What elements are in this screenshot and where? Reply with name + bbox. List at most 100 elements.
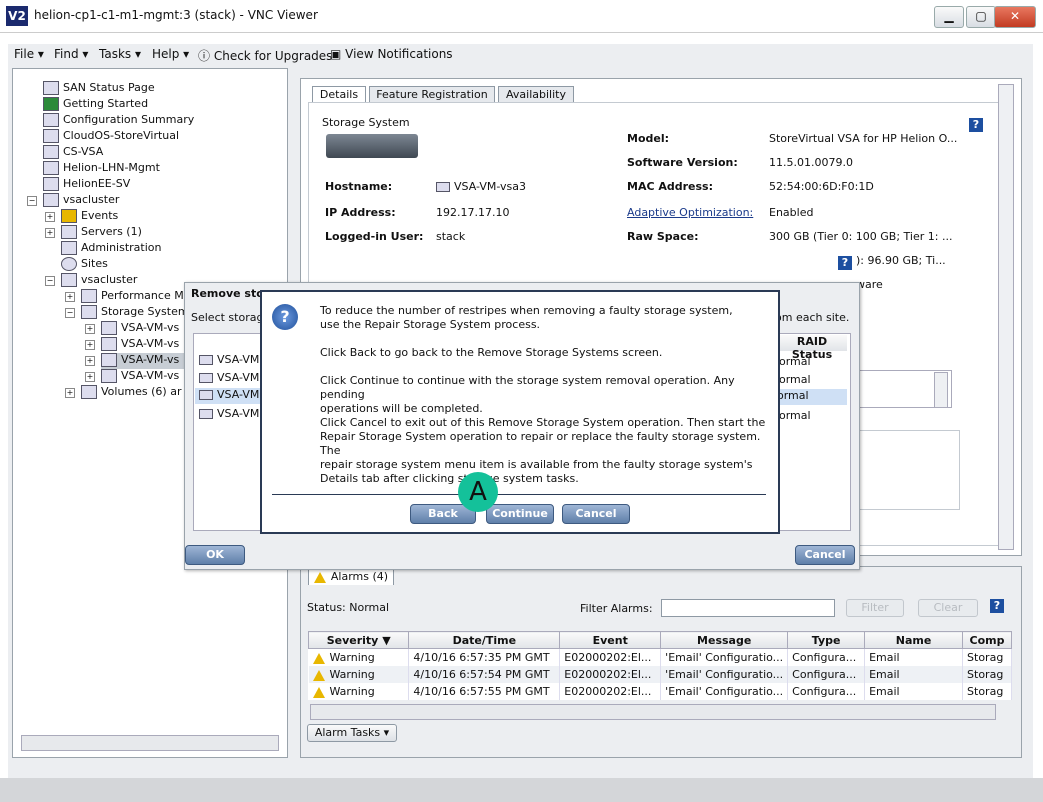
table-row[interactable]: Warning 4/10/16 6:57:35 PM GMT E02000202…	[308, 648, 1012, 666]
window-titlebar: V2 helion-cp1-c1-m1-mgmt:3 (stack) - VNC…	[0, 0, 1043, 33]
dialog-cancel-button[interactable]: Cancel	[795, 545, 855, 565]
column-datetime[interactable]: Date/Time	[408, 631, 561, 649]
model-label: Model:	[627, 132, 670, 145]
tree-item-vsacluster-group[interactable]: vsacluster	[43, 193, 119, 209]
tree-item-group[interactable]: CloudOS-StoreVirtual	[43, 129, 179, 145]
column-name[interactable]: Name	[864, 631, 964, 649]
message-line: Click Continue to continue with the stor…	[320, 374, 735, 401]
tree-item-performance[interactable]: Performance M	[81, 289, 184, 305]
menu-help[interactable]: Help ▾	[152, 47, 189, 61]
tree-item-group[interactable]: CS-VSA	[43, 145, 103, 161]
tab-alarms[interactable]: Alarms (4)	[308, 568, 394, 585]
table-row[interactable]: Warning 4/10/16 6:57:54 PM GMT E02000202…	[308, 666, 1012, 683]
comp-cell: Storag	[962, 683, 1012, 700]
details-vertical-scrollbar[interactable]	[998, 84, 1014, 550]
column-message[interactable]: Message	[660, 631, 789, 649]
list-scrollbar[interactable]	[934, 372, 948, 408]
message-cell: 'Email' Configuratio...	[660, 683, 789, 700]
raid-status-header[interactable]: RAID Status	[777, 335, 847, 361]
column-type[interactable]: Type	[787, 631, 866, 649]
tab-feature-registration[interactable]: Feature Registration	[369, 86, 495, 103]
expand-toggle[interactable]: +	[85, 356, 95, 366]
tree-item-administration[interactable]: Administration	[61, 241, 162, 257]
alarms-horizontal-scrollbar[interactable]	[310, 704, 996, 720]
expand-toggle[interactable]: +	[45, 212, 55, 222]
tree-item-group[interactable]: Helion-LHN-Mgmt	[43, 161, 160, 177]
cancel-button[interactable]: Cancel	[562, 504, 630, 524]
datetime-cell: 4/10/16 6:57:35 PM GMT	[408, 648, 561, 666]
column-comp[interactable]: Comp	[962, 631, 1012, 649]
help-icon[interactable]: ?	[990, 599, 1004, 613]
expand-toggle[interactable]: +	[85, 372, 95, 382]
tree-item-events[interactable]: Events	[61, 209, 118, 225]
list-item-selected[interactable]: VSA-VM	[195, 388, 261, 404]
expand-toggle[interactable]: +	[85, 324, 95, 334]
name-cell: Email	[864, 666, 964, 683]
minimize-button[interactable]: ▁	[934, 6, 964, 28]
filter-alarms-input[interactable]	[661, 599, 835, 617]
clear-button[interactable]: Clear	[918, 599, 978, 617]
column-event[interactable]: Event	[559, 631, 662, 649]
collapse-toggle[interactable]: −	[65, 308, 75, 318]
tree-item-storage-systems[interactable]: Storage System	[81, 305, 189, 321]
tree-item-vsa-vm[interactable]: VSA-VM-vs	[101, 369, 179, 385]
expand-toggle[interactable]: +	[85, 340, 95, 350]
message-line: repair storage system menu item is avail…	[320, 458, 753, 471]
hostname-label: Hostname:	[325, 180, 393, 193]
mac-value: 52:54:00:6D:F0:1D	[769, 180, 874, 193]
type-cell: Configura...	[787, 648, 866, 666]
adaptive-optimization-link[interactable]: Adaptive Optimization:	[627, 206, 753, 219]
list-item[interactable]: VSA-VM	[199, 407, 259, 420]
storage-node-icon	[101, 353, 117, 367]
restore-button[interactable]: ▢	[966, 6, 996, 28]
tree-item-servers[interactable]: Servers (1)	[61, 225, 142, 241]
storage-node-icon	[101, 369, 117, 383]
vnc-app-icon: V2	[6, 6, 28, 26]
tree-item-config-summary[interactable]: Configuration Summary	[43, 113, 194, 129]
callout-marker: A	[458, 472, 498, 512]
collapse-toggle[interactable]: −	[27, 196, 37, 206]
menu-find[interactable]: Find ▾	[54, 47, 88, 61]
event-cell: E02000202:El...	[559, 683, 662, 700]
tree-item-vsa-vm[interactable]: VSA-VM-vs	[101, 337, 179, 353]
help-icon[interactable]: ?	[838, 256, 852, 270]
tree-item-sites[interactable]: Sites	[61, 257, 108, 273]
tree-item-san-status[interactable]: SAN Status Page	[43, 81, 155, 97]
menu-tasks[interactable]: Tasks ▾	[99, 47, 141, 61]
expand-toggle[interactable]: +	[45, 228, 55, 238]
close-button[interactable]: ✕	[994, 6, 1036, 28]
admin-icon	[61, 241, 77, 255]
user-value: stack	[436, 230, 466, 243]
menu-file[interactable]: File ▾	[14, 47, 44, 61]
tab-availability[interactable]: Availability	[498, 86, 574, 103]
tree-horizontal-scrollbar[interactable]	[21, 735, 279, 751]
tree-item-getting-started[interactable]: Getting Started	[43, 97, 148, 113]
list-item[interactable]: VSA-VM	[199, 371, 259, 384]
help-icon[interactable]: ?	[969, 118, 983, 132]
tree-item-volumes[interactable]: Volumes (6) ar	[81, 385, 181, 401]
view-notifications-menu[interactable]: ▣ View Notifications	[330, 47, 453, 61]
group-icon	[43, 129, 59, 143]
notification-icon: ▣	[330, 47, 346, 61]
expand-toggle[interactable]: +	[65, 292, 75, 302]
bottom-bar	[0, 778, 1043, 802]
warning-icon	[312, 686, 325, 698]
tree-item-group[interactable]: HelionEE-SV	[43, 177, 130, 193]
list-item[interactable]: VSA-VM	[199, 353, 259, 366]
column-severity[interactable]: Severity ▼	[307, 631, 410, 649]
tree-item-vsacluster[interactable]: vsacluster	[61, 273, 137, 289]
check-upgrades-menu[interactable]: ⓘ Check for Upgrades	[198, 47, 332, 64]
ok-button[interactable]: OK	[185, 545, 245, 565]
filter-button[interactable]: Filter	[846, 599, 904, 617]
tab-details[interactable]: Details	[312, 86, 366, 103]
message-cell: 'Email' Configuratio...	[660, 666, 789, 683]
table-row[interactable]: Warning 4/10/16 6:57:55 PM GMT E02000202…	[308, 683, 1012, 700]
tree-item-vsa-vm-selected[interactable]: VSA-VM-vs	[101, 353, 186, 369]
expand-toggle[interactable]: +	[65, 388, 75, 398]
alarm-tasks-button[interactable]: Alarm Tasks ▾	[307, 724, 397, 742]
info-box	[848, 430, 960, 510]
collapse-toggle[interactable]: −	[45, 276, 55, 286]
continue-button[interactable]: Continue	[486, 504, 554, 524]
message-paragraph-4: Click Cancel to exit out of this Remove …	[320, 416, 772, 486]
tree-item-vsa-vm[interactable]: VSA-VM-vs	[101, 321, 179, 337]
